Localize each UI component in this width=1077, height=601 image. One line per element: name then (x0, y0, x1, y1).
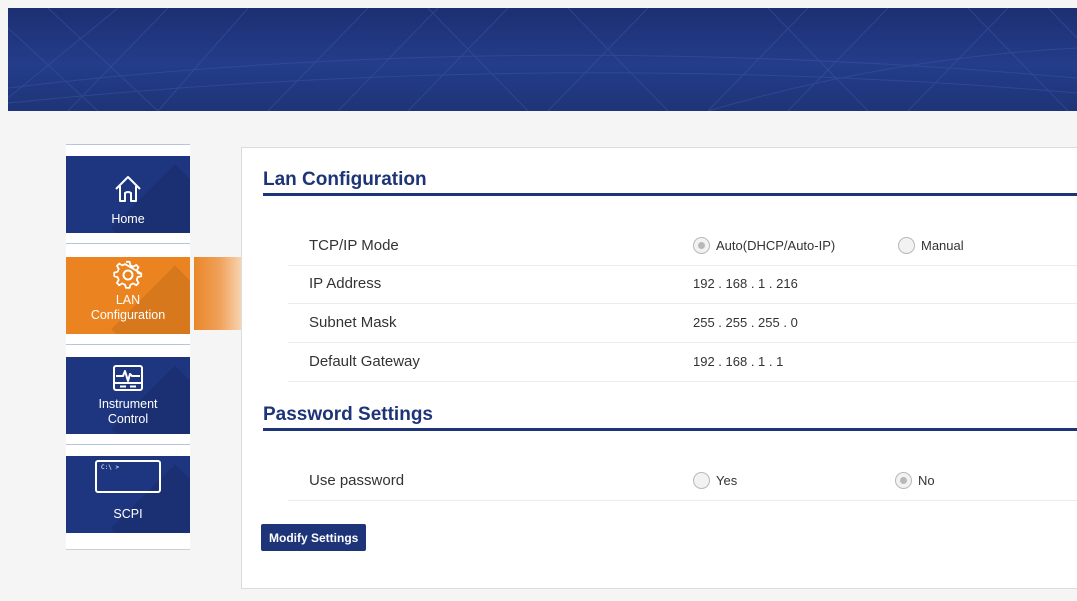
row-ip-address: IP Address 192 . 168 . 1 . 216 (288, 265, 1077, 304)
sidebar: Home LAN Configuration Instrument Contro… (66, 144, 190, 550)
sidebar-divider (66, 243, 190, 244)
default-gateway-value: 192 . 168 . 1 . 1 (693, 354, 784, 369)
monitor-pulse-icon (113, 365, 143, 391)
section-rule (263, 193, 1077, 196)
terminal-icon: C:\ > (95, 460, 161, 493)
sidebar-divider (66, 344, 190, 345)
password-settings-title: Password Settings (263, 404, 433, 425)
radio-label: Manual (921, 238, 964, 253)
row-label: IP Address (309, 275, 382, 292)
header-banner (8, 8, 1077, 111)
section-rule (263, 428, 1077, 431)
sidebar-item-label: LAN Configuration (90, 293, 166, 322)
terminal-icon-text: C:\ > (101, 464, 120, 471)
ip-address-value: 192 . 168 . 1 . 216 (693, 276, 798, 291)
sidebar-item-label: SCPI (113, 507, 143, 521)
radio-selected-icon (693, 237, 710, 254)
row-label: TCP/IP Mode (309, 237, 399, 254)
sidebar-item-lan-configuration[interactable]: LAN Configuration (66, 257, 190, 334)
sidebar-item-label: Instrument Control (98, 397, 158, 426)
row-subnet-mask: Subnet Mask 255 . 255 . 255 . 0 (288, 304, 1077, 343)
radio-no[interactable]: No (895, 472, 935, 489)
sidebar-item-home[interactable]: Home (66, 156, 190, 233)
gear-icon (113, 260, 143, 289)
subnet-mask-value: 255 . 255 . 255 . 0 (693, 315, 798, 330)
sidebar-item-scpi[interactable]: C:\ > SCPI (66, 456, 190, 533)
sidebar-item-label: Home (111, 212, 145, 226)
sidebar-item-instrument-control[interactable]: Instrument Control (66, 357, 190, 434)
radio-auto-dhcp[interactable]: Auto(DHCP/Auto-IP) (693, 237, 835, 254)
home-icon (115, 176, 141, 202)
radio-label: Yes (716, 473, 738, 488)
radio-unselected-icon (693, 472, 710, 489)
row-tcpip-mode: TCP/IP Mode Auto(DHCP/Auto-IP) Manual (288, 227, 1077, 266)
main-panel: Lan Configuration TCP/IP Mode Auto(DHCP/… (241, 147, 1077, 589)
sidebar-divider (66, 444, 190, 445)
row-default-gateway: Default Gateway 192 . 168 . 1 . 1 (288, 343, 1077, 382)
modify-settings-button[interactable]: Modify Settings (261, 524, 367, 551)
radio-yes[interactable]: Yes (693, 472, 737, 489)
row-use-password: Use password Yes No (288, 462, 1077, 501)
row-label: Default Gateway (309, 353, 420, 370)
row-label: Subnet Mask (309, 314, 397, 331)
radio-manual[interactable]: Manual (898, 237, 964, 254)
radio-selected-icon (895, 472, 912, 489)
radio-unselected-icon (898, 237, 915, 254)
radio-label: Auto(DHCP/Auto-IP) (716, 238, 836, 253)
banner-pattern (8, 8, 1077, 111)
lan-configuration-title: Lan Configuration (263, 169, 427, 190)
radio-label: No (918, 473, 935, 488)
sidebar-divider (66, 144, 190, 145)
row-label: Use password (309, 472, 405, 489)
active-item-pointer (194, 257, 241, 330)
